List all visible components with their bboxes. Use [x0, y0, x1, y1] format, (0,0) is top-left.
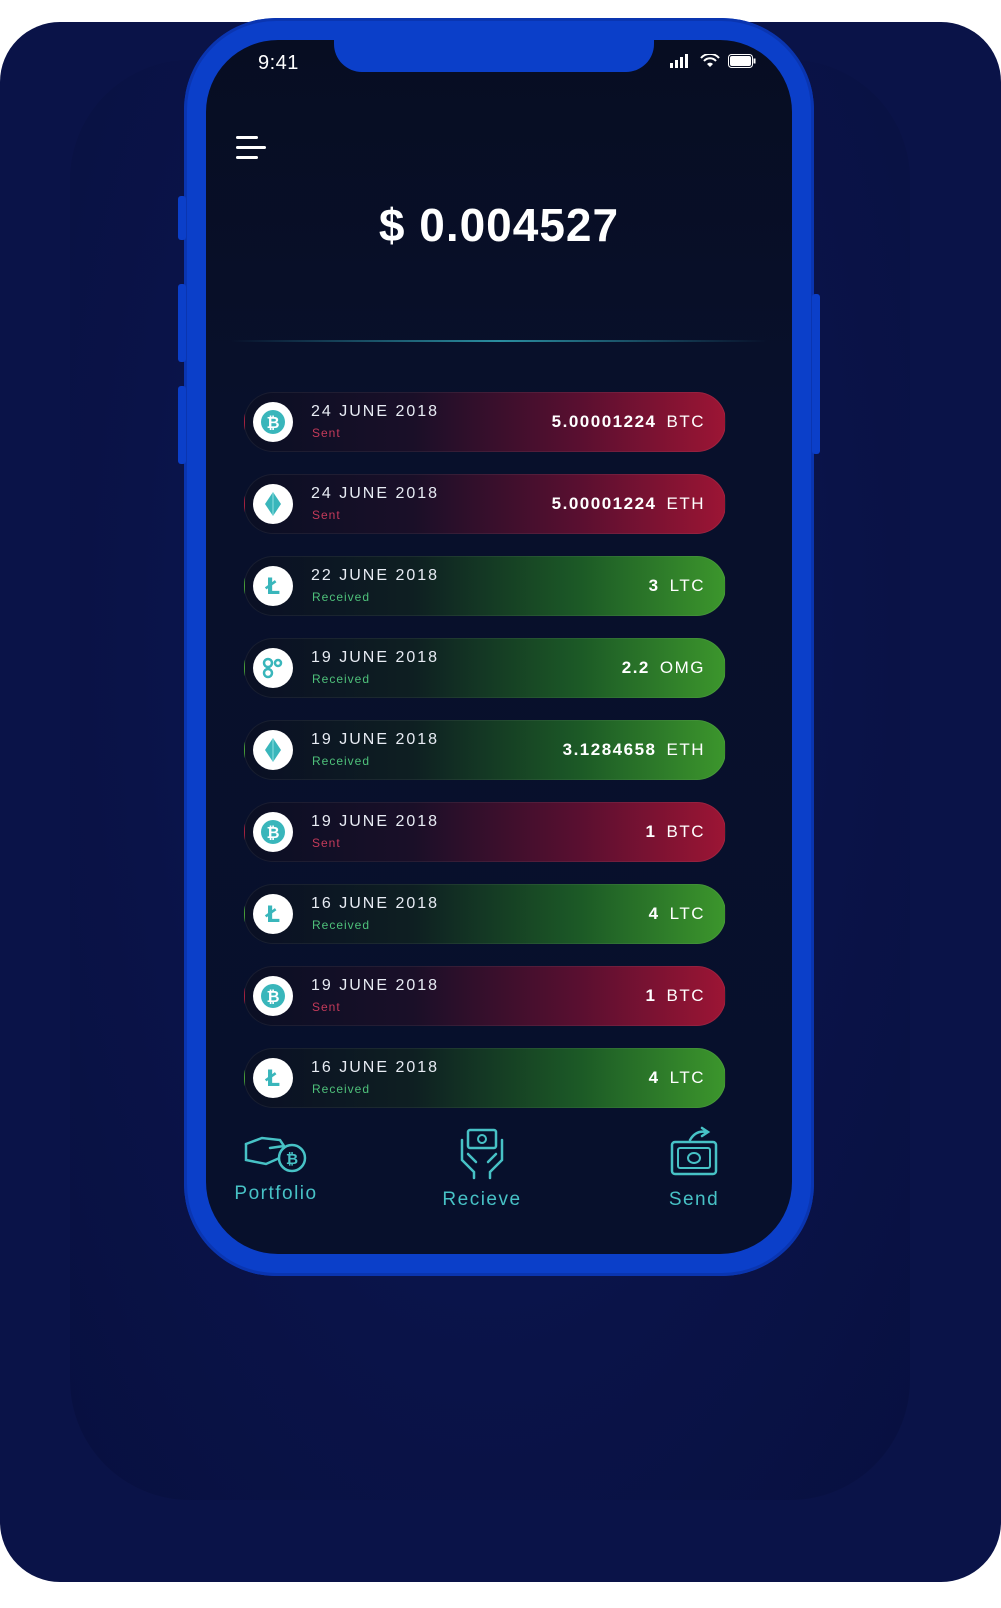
amount-value: 1 [645, 822, 657, 841]
bitcoin-icon: ₿ [253, 812, 293, 852]
transaction-date: 16 JUNE 2018 [311, 895, 440, 912]
ethereum-icon [253, 730, 293, 770]
amount-unit: ETH [666, 740, 705, 759]
svg-text:₿: ₿ [266, 987, 279, 1006]
notch [334, 40, 654, 72]
transaction-row[interactable]: Ł 22 JUNE 2018 Received 3 LTC [244, 556, 726, 616]
transaction-amount: 5.00001224 ETH [552, 494, 705, 514]
side-button-volume-up [178, 284, 186, 362]
menu-icon-bar [236, 146, 266, 149]
nav-label-send: Send [668, 1189, 720, 1210]
side-button-mute [178, 196, 186, 240]
transaction-amount: 5.00001224 BTC [552, 412, 705, 432]
amount-unit: BTC [666, 986, 705, 1005]
signal-icon [670, 54, 688, 68]
wifi-icon [700, 54, 720, 67]
transaction-amount: 3 LTC [649, 576, 705, 596]
amount-unit: OMG [659, 658, 705, 677]
svg-text:Ł: Ł [265, 1067, 280, 1092]
status-time: 9:41 [258, 52, 299, 74]
transaction-status: Received [312, 1082, 371, 1096]
transaction-list: ₿ 24 JUNE 2018 Sent 5.00001224 BTC 24 JU… [244, 392, 726, 1130]
balance-amount: $ 0.004527 [378, 199, 620, 251]
transaction-amount: 1 BTC [646, 822, 705, 842]
receive-icon [460, 1128, 504, 1180]
transaction-row[interactable]: ₿ 19 JUNE 2018 Sent 1 BTC [244, 966, 726, 1026]
svg-text:₿: ₿ [266, 413, 279, 432]
ethereum-icon [253, 484, 293, 524]
amount-unit: ETH [666, 494, 705, 513]
litecoin-icon: Ł [253, 566, 293, 606]
amount-value: 4 [648, 1068, 660, 1087]
transaction-date: 16 JUNE 2018 [311, 1059, 440, 1076]
transaction-amount: 1 BTC [646, 986, 705, 1006]
nav-label-portfolio: Portfolio [234, 1183, 318, 1204]
litecoin-icon: Ł [253, 1058, 293, 1098]
svg-text:₿: ₿ [286, 1150, 298, 1168]
litecoin-icon: Ł [253, 894, 293, 934]
transaction-amount: 4 LTC [649, 1068, 705, 1088]
transaction-amount: 2.2 OMG [622, 658, 705, 678]
amount-unit: LTC [669, 904, 705, 923]
amount-value: 3.1284658 [562, 740, 657, 759]
transaction-date: 19 JUNE 2018 [311, 977, 440, 994]
transaction-date: 24 JUNE 2018 [311, 485, 440, 502]
amount-unit: BTC [666, 822, 705, 841]
svg-text:Ł: Ł [265, 903, 280, 928]
nav-label-receive: Recieve [442, 1189, 522, 1210]
menu-icon-bar [236, 136, 258, 139]
portfolio-icon: ₿ [244, 1136, 307, 1173]
amount-unit: LTC [669, 576, 705, 595]
nav-send[interactable]: Send [634, 1126, 754, 1211]
amount-value: 3 [648, 576, 660, 595]
side-button-power [812, 294, 820, 454]
battery-icon [728, 54, 756, 68]
menu-button[interactable] [236, 136, 266, 162]
phone-screen: 9:41 $ 0.004527 ₿ 24 JUNE 2018 Sent 5.00… [206, 40, 792, 1254]
amount-value: 5.00001224 [551, 412, 657, 431]
divider [230, 340, 768, 342]
amount-value: 2.2 [621, 658, 650, 677]
amount-value: 5.00001224 [551, 494, 657, 513]
amount-value: 4 [648, 904, 660, 923]
bitcoin-icon: ₿ [253, 402, 293, 442]
svg-text:Ł: Ł [265, 575, 280, 600]
nav-receive[interactable]: Recieve [422, 1126, 542, 1211]
transaction-date: 22 JUNE 2018 [311, 567, 440, 584]
transaction-amount: 3.1284658 ETH [563, 740, 705, 760]
transaction-row[interactable]: ₿ 24 JUNE 2018 Sent 5.00001224 BTC [244, 392, 726, 452]
bitcoin-icon: ₿ [253, 976, 293, 1016]
transaction-status: Received [312, 590, 371, 604]
send-icon [670, 1126, 718, 1176]
transaction-date: 19 JUNE 2018 [311, 731, 440, 748]
transaction-status: Sent [312, 836, 341, 850]
amount-unit: BTC [666, 412, 705, 431]
side-button-volume-down [178, 386, 186, 464]
amount-unit: LTC [669, 1068, 705, 1087]
bottom-nav: ₿ Portfolio Recieve Send [206, 1118, 792, 1228]
transaction-status: Sent [312, 426, 341, 440]
transaction-row[interactable]: Ł 16 JUNE 2018 Received 4 LTC [244, 884, 726, 944]
transaction-row[interactable]: 24 JUNE 2018 Sent 5.00001224 ETH [244, 474, 726, 534]
transaction-row[interactable]: Ł 16 JUNE 2018 Received 4 LTC [244, 1048, 726, 1108]
omisego-icon [253, 648, 293, 688]
transaction-status: Sent [312, 1000, 341, 1014]
transaction-status: Sent [312, 508, 341, 522]
transaction-date: 19 JUNE 2018 [311, 649, 440, 666]
transaction-row[interactable]: 19 JUNE 2018 Received 2.2 OMG [244, 638, 726, 698]
transaction-status: Received [312, 918, 371, 932]
transaction-amount: 4 LTC [649, 904, 705, 924]
transaction-date: 24 JUNE 2018 [311, 403, 440, 420]
status-icons [670, 54, 756, 68]
transaction-row[interactable]: ₿ 19 JUNE 2018 Sent 1 BTC [244, 802, 726, 862]
nav-portfolio[interactable]: ₿ Portfolio [216, 1126, 336, 1205]
transaction-status: Received [312, 672, 371, 686]
amount-value: 1 [645, 986, 657, 1005]
transaction-status: Received [312, 754, 371, 768]
transaction-date: 19 JUNE 2018 [311, 813, 440, 830]
svg-text:₿: ₿ [266, 823, 279, 842]
transaction-row[interactable]: 19 JUNE 2018 Received 3.1284658 ETH [244, 720, 726, 780]
menu-icon-bar [236, 156, 258, 159]
